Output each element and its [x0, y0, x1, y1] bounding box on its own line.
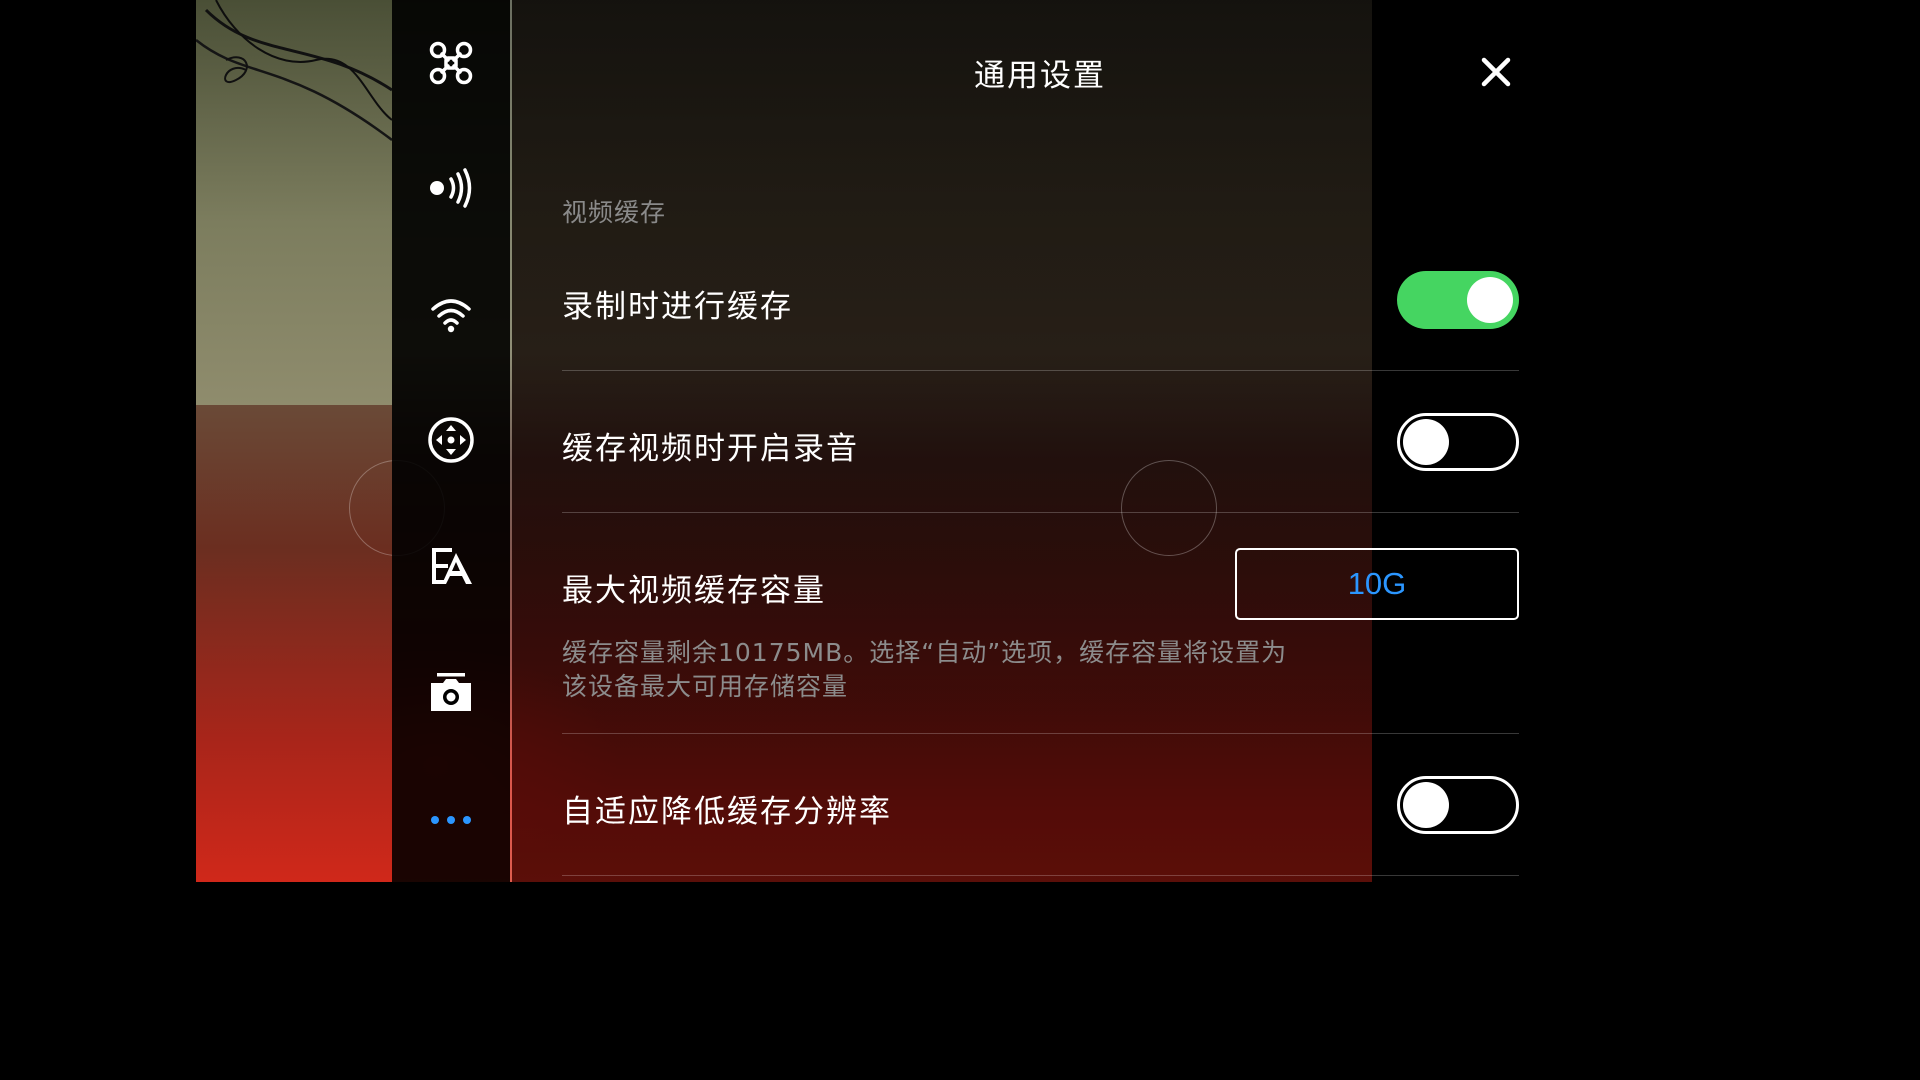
- row-divider: [562, 370, 1519, 371]
- toggle-knob: [1403, 782, 1449, 828]
- touch-indicator: [1121, 460, 1217, 556]
- camera-icon[interactable]: [426, 668, 476, 718]
- wifi-icon[interactable]: [426, 290, 476, 340]
- max-cache-value: 10G: [1347, 566, 1407, 601]
- row-divider: [562, 875, 1519, 876]
- cache-while-recording-toggle[interactable]: [1397, 271, 1519, 329]
- close-icon: [1481, 57, 1511, 87]
- record-audio-toggle[interactable]: [1397, 413, 1519, 471]
- record-audio-label: 缓存视频时开启录音: [562, 431, 859, 467]
- signal-icon[interactable]: [426, 163, 476, 213]
- page-title: 通用设置: [974, 58, 1106, 94]
- camera-feed-cables: [196, 0, 392, 141]
- app-screen: 通用设置 视频缓存 录制时进行缓存 缓存视频时开启录音 最大视频缓存容量 10G…: [0, 0, 1568, 882]
- row-divider: [562, 512, 1519, 513]
- max-cache-hint-line1: 缓存容量剩余10175MB。选择“自动”选项，缓存容量将设置为: [562, 638, 1288, 667]
- max-cache-label: 最大视频缓存容量: [562, 573, 826, 609]
- max-cache-hint: 缓存容量剩余10175MB。选择“自动”选项，缓存容量将设置为 该设备最大可用存…: [562, 636, 1362, 704]
- section-label-video-cache: 视频缓存: [562, 198, 667, 227]
- more-icon[interactable]: [426, 795, 476, 845]
- cache-while-recording-label: 录制时进行缓存: [562, 289, 793, 325]
- toggle-knob: [1403, 419, 1449, 465]
- toggle-knob: [1467, 277, 1513, 323]
- language-icon[interactable]: [426, 541, 476, 591]
- adaptive-resolution-toggle[interactable]: [1397, 776, 1519, 834]
- adaptive-resolution-label: 自适应降低缓存分辨率: [562, 794, 892, 830]
- gimbal-icon[interactable]: [426, 415, 476, 465]
- close-button[interactable]: [1472, 48, 1520, 96]
- aircraft-icon[interactable]: [426, 38, 476, 88]
- max-cache-select[interactable]: 10G: [1235, 548, 1519, 620]
- row-divider: [562, 733, 1519, 734]
- max-cache-hint-line2: 该设备最大可用存储容量: [562, 672, 849, 701]
